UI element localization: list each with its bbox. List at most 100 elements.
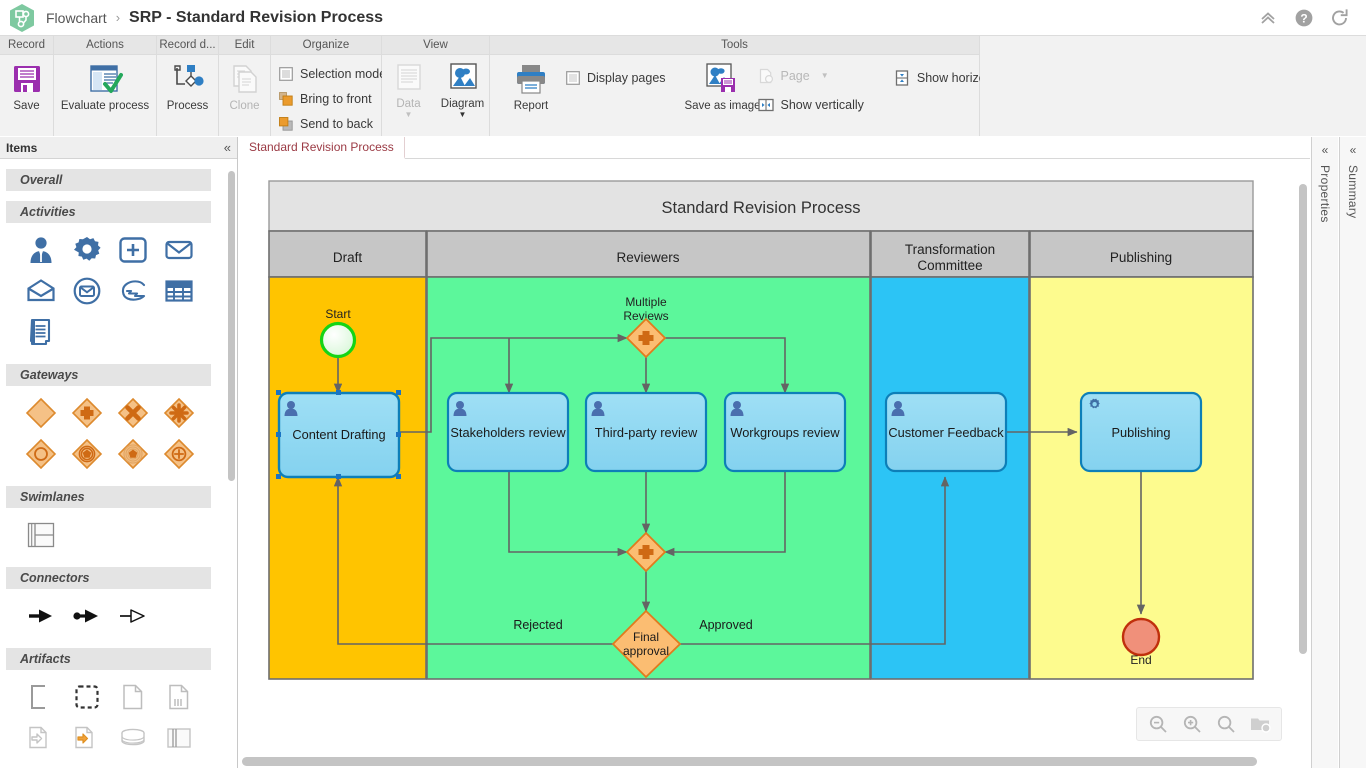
palette-item-parallel-gateway[interactable] <box>64 392 110 433</box>
palette-item-sequence-flow[interactable] <box>18 595 64 636</box>
data-button: Data ▼ <box>382 60 436 120</box>
report-button[interactable]: Report <box>504 60 558 114</box>
palette-item-complex-gateway[interactable] <box>156 392 202 433</box>
items-panel-scrollbar[interactable] <box>228 171 235 481</box>
palette-item-service-task[interactable] <box>64 229 110 270</box>
zoom-out-button[interactable] <box>1143 710 1173 738</box>
zoom-toolbar <box>1136 707 1282 741</box>
palette-item-parallel-event-gateway[interactable] <box>110 433 156 474</box>
properties-panel[interactable]: « Properties <box>1311 137 1338 768</box>
palette-item-association-flow[interactable] <box>110 595 156 636</box>
node-content-drafting-label: Content Drafting <box>292 427 385 442</box>
palette-item-receive-task[interactable] <box>18 270 64 311</box>
node-start-label: Start <box>325 307 351 321</box>
palette-item-event-based-gateway[interactable] <box>64 433 110 474</box>
evaluate-process-button[interactable]: Evaluate process <box>54 60 156 114</box>
bring-to-front-button[interactable]: Bring to front <box>279 89 386 109</box>
show-vertically-button[interactable]: Show vertically <box>757 95 864 115</box>
palette-item-data-store[interactable] <box>110 717 156 758</box>
palette-item-dashed-box[interactable] <box>64 676 110 717</box>
ribbon-group-title: Tools <box>490 36 979 55</box>
collapse-ribbon-icon[interactable] <box>1258 8 1278 28</box>
process-icon <box>170 62 205 96</box>
section-header-activities[interactable]: Activities <box>6 201 211 223</box>
canvas-horizontal-scrollbar[interactable] <box>239 754 1297 768</box>
palette-item-message-flow[interactable] <box>64 595 110 636</box>
palette-item-exclusive-gateway[interactable] <box>18 392 64 433</box>
palette-item-swimlane-pool[interactable] <box>18 514 64 555</box>
palette-item-script-task[interactable] <box>18 311 64 352</box>
bring-to-front-icon <box>279 92 293 106</box>
canvas-vertical-scrollbar[interactable] <box>1297 181 1310 768</box>
business-rule-task-icon <box>164 276 194 306</box>
ribbon-group-title: Record <box>0 36 53 55</box>
summary-panel[interactable]: « Summary <box>1339 137 1366 768</box>
page-title: SRP - Standard Revision Process <box>129 8 384 26</box>
selection-mode-button[interactable]: Selection mode <box>279 64 386 84</box>
zoom-reset-button[interactable] <box>1211 710 1241 738</box>
palette-item-exclusive-x-gateway[interactable] <box>110 392 156 433</box>
palette-item-data-output[interactable] <box>156 676 202 717</box>
expand-properties-icon[interactable]: « <box>1322 143 1329 157</box>
palette-item-message-task[interactable] <box>64 270 110 311</box>
node-third-party-review[interactable]: Third-party review <box>584 391 708 473</box>
node-customer-feedback[interactable]: Customer Feedback <box>884 391 1008 473</box>
section-header-artifacts[interactable]: Artifacts <box>6 648 211 670</box>
node-workgroups-review-label: Workgroups review <box>730 425 840 440</box>
diagram-svg[interactable]: Standard Revision Process Draft Reviewer… <box>239 159 1297 754</box>
palette-item-annotation[interactable] <box>156 717 202 758</box>
section-header-gateways[interactable]: Gateways <box>6 364 211 386</box>
palette-item-business-rule-task[interactable] <box>156 270 202 311</box>
ribbon-toolbar: Record Save Actions Evaluate process Rec… <box>0 36 1366 136</box>
diagram-canvas[interactable]: Standard Revision Process Draft Reviewer… <box>239 159 1310 768</box>
app-logo-icon <box>8 3 36 33</box>
refresh-icon[interactable] <box>1330 8 1350 28</box>
event-based-gateway-icon <box>71 438 103 470</box>
send-to-back-label: Send to back <box>300 117 373 131</box>
open-folder-button[interactable] <box>1245 710 1275 738</box>
node-final-approval-label-line1: Final <box>633 630 659 644</box>
show-vertically-label: Show vertically <box>780 98 864 112</box>
palette-item-user-task[interactable] <box>18 229 64 270</box>
node-start[interactable]: Start <box>319 307 357 359</box>
tab-standard-revision-process[interactable]: Standard Revision Process <box>239 137 405 159</box>
palette-item-data-output-assoc[interactable] <box>64 717 110 758</box>
display-pages-button[interactable]: Display pages <box>566 68 666 88</box>
lane-body-transformation-committee <box>870 276 1030 680</box>
swimlanes-icon-grid <box>6 508 211 557</box>
swimlane-pool-icon <box>26 521 56 549</box>
save-as-image-button[interactable]: Save as image <box>684 60 761 114</box>
palette-item-data-input-assoc[interactable] <box>18 717 64 758</box>
zoom-out-icon <box>1149 715 1167 733</box>
palette-item-send-task[interactable] <box>156 229 202 270</box>
node-stakeholders-review[interactable]: Stakeholders review <box>446 391 570 473</box>
expand-summary-icon[interactable]: « <box>1350 143 1357 157</box>
canvas-vertical-scroll-thumb[interactable] <box>1299 184 1307 654</box>
section-header-connectors[interactable]: Connectors <box>6 567 211 589</box>
palette-item-manual-task[interactable] <box>110 270 156 311</box>
collapse-items-panel-icon[interactable]: « <box>224 141 231 154</box>
editor-tabstrip: Standard Revision Process <box>239 137 1310 159</box>
section-header-swimlanes[interactable]: Swimlanes <box>6 486 211 508</box>
summary-panel-label: Summary <box>1346 165 1360 219</box>
diagram-button[interactable]: Diagram ▼ <box>436 60 490 120</box>
palette-item-event-gateway[interactable] <box>18 433 64 474</box>
breadcrumb-root[interactable]: Flowchart <box>46 10 107 26</box>
canvas-horizontal-scroll-thumb[interactable] <box>242 757 1257 766</box>
process-button[interactable]: Process <box>160 60 216 114</box>
data-label: Data <box>396 98 421 110</box>
send-to-back-button[interactable]: Send to back <box>279 114 386 134</box>
section-header-overall[interactable]: Overall <box>6 169 211 191</box>
help-icon[interactable]: ? <box>1294 8 1314 28</box>
save-button[interactable]: Save <box>0 60 54 114</box>
palette-item-data-object[interactable] <box>110 676 156 717</box>
palette-item-sub-process[interactable] <box>110 229 156 270</box>
node-publishing[interactable]: Publishing <box>1079 391 1203 473</box>
node-content-drafting[interactable]: Content Drafting <box>276 390 401 479</box>
zoom-in-button[interactable] <box>1177 710 1207 738</box>
send-to-back-icon <box>279 117 293 131</box>
palette-item-group-bracket[interactable] <box>18 676 64 717</box>
node-workgroups-review[interactable]: Workgroups review <box>723 391 847 473</box>
items-panel-header: Items « <box>0 137 237 159</box>
palette-item-inclusive-gateway[interactable] <box>156 433 202 474</box>
